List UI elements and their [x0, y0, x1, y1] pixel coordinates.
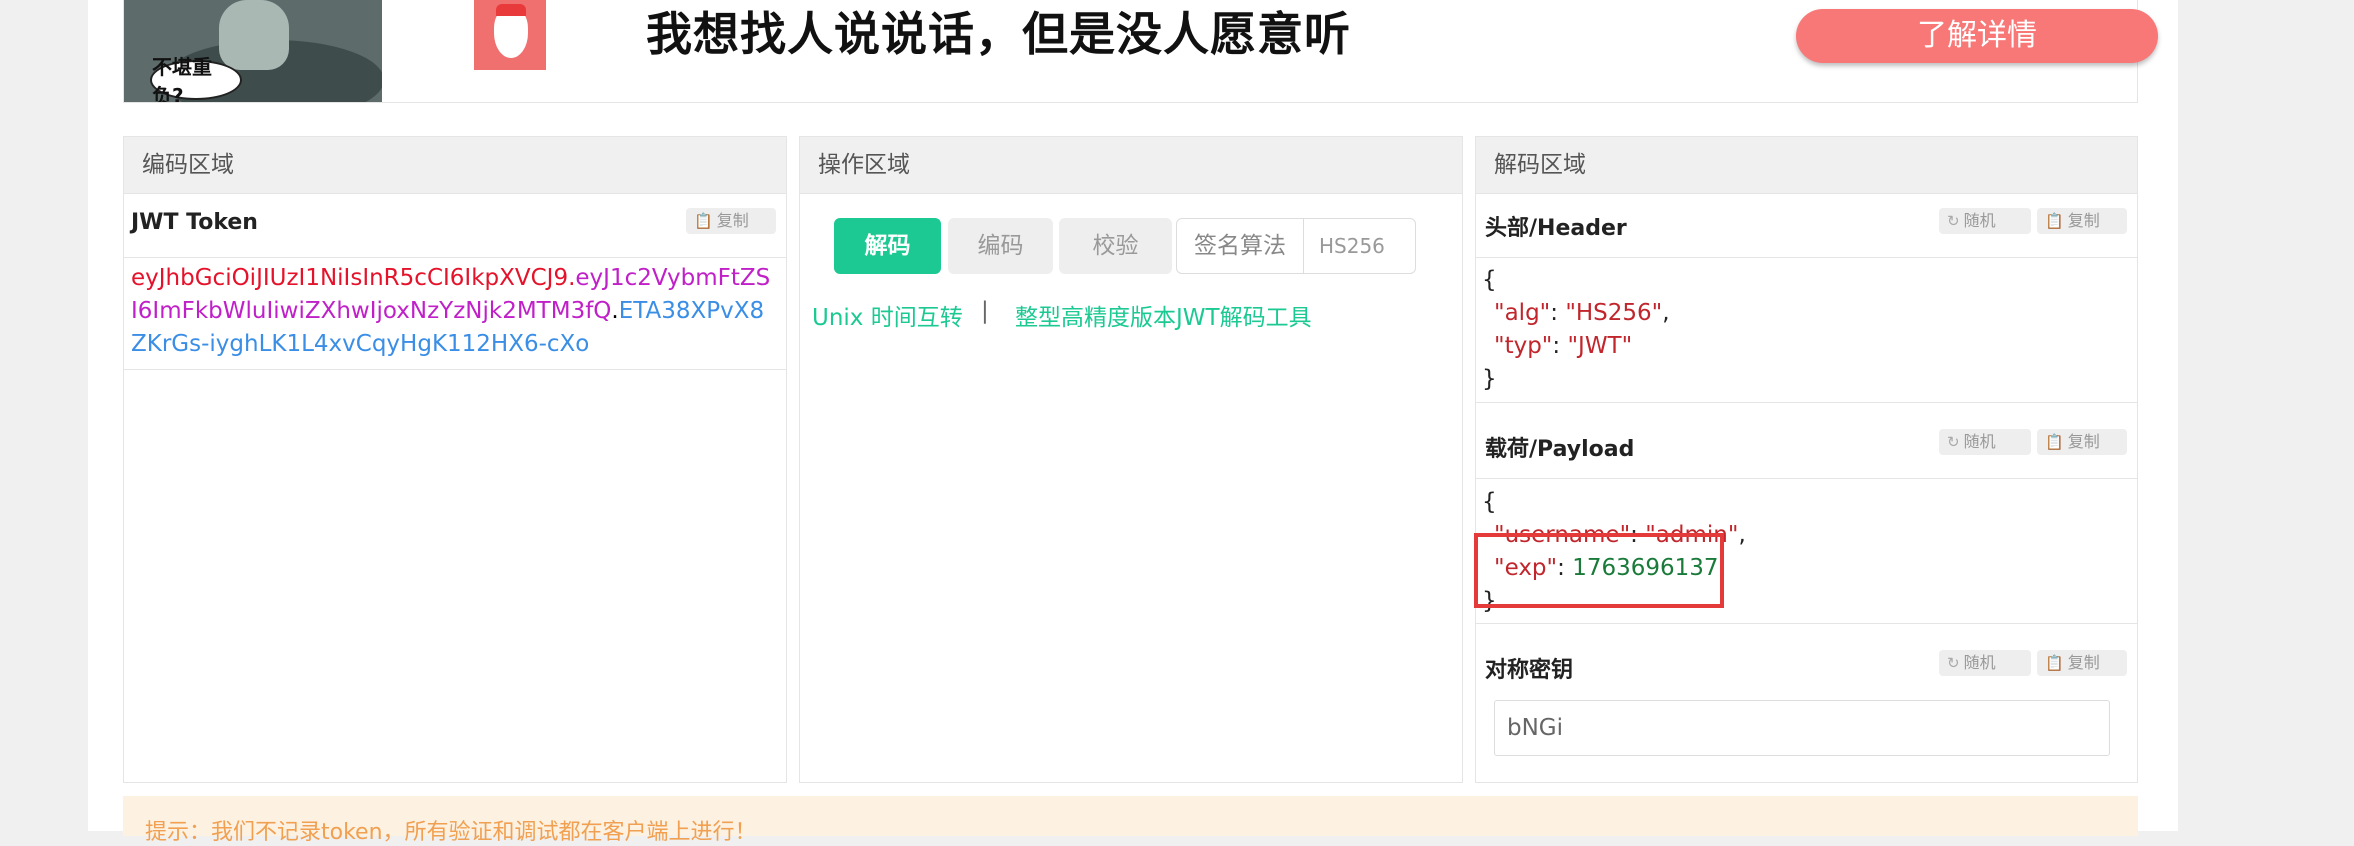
- banner-cartoon-image: 不堪重负?: [124, 0, 382, 102]
- refresh-icon: ↻: [1947, 654, 1960, 672]
- verify-button[interactable]: 校验: [1059, 218, 1172, 274]
- secret-section-label: 对称密钥: [1485, 658, 1574, 683]
- clipboard-icon: 📋: [2045, 212, 2064, 230]
- header-section-label: 头部/Header: [1485, 216, 1627, 241]
- secret-input[interactable]: bNGi: [1494, 700, 2110, 756]
- clipboard-icon: 📋: [2045, 433, 2064, 451]
- jwt-token-label: JWT Token: [131, 210, 258, 235]
- learn-more-button[interactable]: 了解详情: [1796, 9, 2158, 63]
- signature-algorithm-select[interactable]: 签名算法 HS256: [1176, 218, 1416, 274]
- random-payload-button[interactable]: ↻ 随机: [1939, 429, 2031, 455]
- algorithm-value[interactable]: HS256: [1319, 219, 1385, 273]
- refresh-icon: ↻: [1947, 212, 1960, 230]
- link-separator: |: [981, 298, 989, 324]
- decode-button[interactable]: 解码: [834, 218, 941, 274]
- exp-highlight-box: [1474, 533, 1724, 608]
- banner-title: 我想找人说说话，但是没人愿意听: [646, 7, 1351, 61]
- unix-time-link[interactable]: Unix 时间互转: [812, 298, 963, 332]
- decode-panel-header: 解码区域: [1476, 137, 2137, 194]
- clipboard-icon: 📋: [2045, 654, 2064, 672]
- copy-payload-button[interactable]: 📋 复制: [2037, 429, 2127, 455]
- random-secret-button[interactable]: ↻ 随机: [1939, 650, 2031, 676]
- encode-button[interactable]: 编码: [948, 218, 1053, 274]
- cartoon-caption: 不堪重负?: [150, 55, 242, 102]
- random-header-button[interactable]: ↻ 随机: [1939, 208, 2031, 234]
- payload-section-label: 载荷/Payload: [1485, 437, 1635, 462]
- bigint-jwt-tool-link[interactable]: 整型高精度版本JWT解码工具: [1015, 298, 1312, 332]
- privacy-tip: 提示：我们不记录token，所有验证和调试都在客户端上进行！: [123, 796, 2138, 845]
- header-json: { "alg": "HS256", "typ": "JWT" }: [1482, 267, 1670, 392]
- refresh-icon: ↻: [1947, 433, 1960, 451]
- copy-header-button[interactable]: 📋 复制: [2037, 208, 2127, 234]
- clipboard-icon: 📋: [694, 212, 713, 230]
- copy-secret-button[interactable]: 📋 复制: [2037, 650, 2127, 676]
- algorithm-label: 签名算法: [1177, 219, 1304, 273]
- token-header-part: eyJhbGciOiJIUzI1NiIsInR5cCI6IkpXVCJ9: [131, 265, 569, 291]
- banner-mascot-icon: [474, 0, 546, 70]
- encode-panel-header: 编码区域: [124, 137, 786, 194]
- operations-panel-header: 操作区域: [800, 137, 1462, 194]
- ad-banner[interactable]: 不堪重负? 我想找人说说话，但是没人愿意听 了解详情: [123, 0, 2158, 103]
- copy-token-button[interactable]: 📋 复制: [686, 208, 776, 234]
- token-text[interactable]: eyJhbGciOiJIUzI1NiIsInR5cCI6IkpXVCJ9.eyJ…: [131, 262, 776, 361]
